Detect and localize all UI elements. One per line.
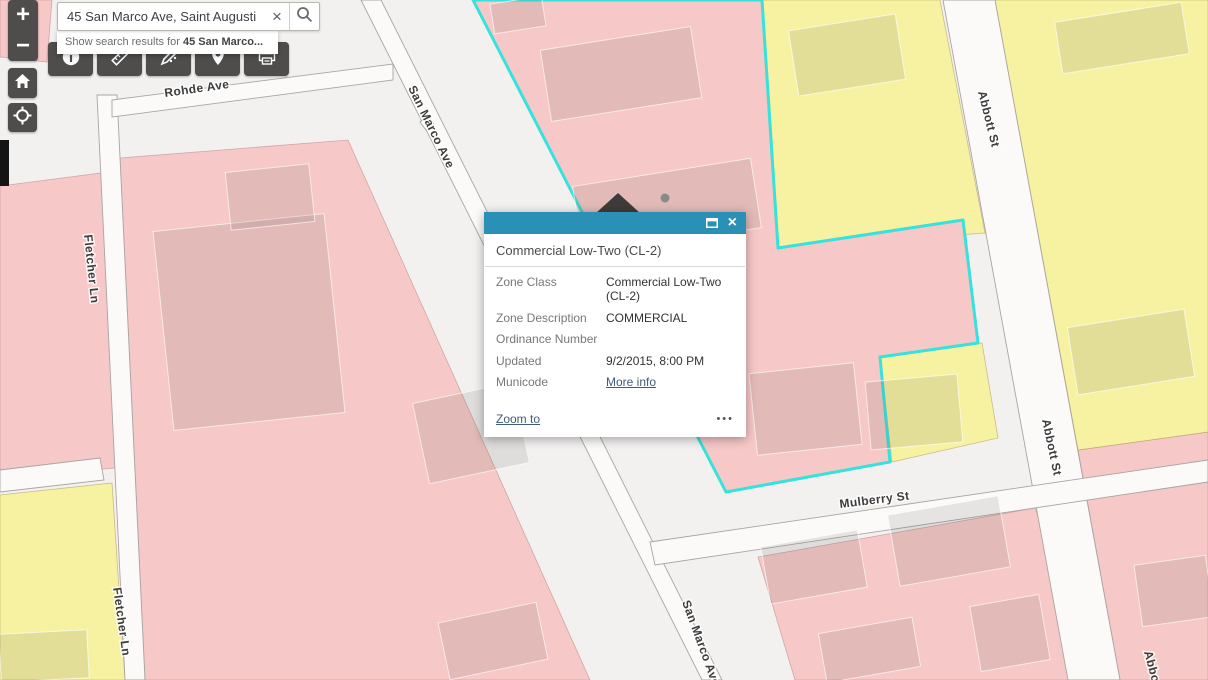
popup-footer: Zoom to •••: [484, 398, 746, 437]
building-footprint: [1134, 555, 1208, 626]
building-footprint: [0, 630, 89, 680]
search-icon: [296, 6, 313, 28]
search-box: ×: [57, 2, 320, 31]
popup-title: Commercial Low-Two (CL-2): [484, 234, 746, 266]
locate-button[interactable]: [8, 103, 37, 132]
popup-header[interactable]: ×: [484, 212, 746, 234]
home-button[interactable]: [8, 68, 37, 98]
popup-field-row: Ordinance Number: [496, 332, 734, 346]
locate-icon: [13, 106, 32, 130]
field-label: Ordinance Number: [496, 332, 606, 346]
building-footprint: [225, 164, 315, 230]
search-input[interactable]: [58, 3, 265, 30]
clear-search-icon[interactable]: ×: [265, 3, 289, 30]
field-label: Municode: [496, 375, 606, 389]
search-suggestion[interactable]: Show search results for 45 San Marco...: [57, 30, 278, 54]
zone-polygon-pink[interactable]: [0, 173, 115, 478]
more-options-button[interactable]: •••: [716, 417, 734, 421]
zoom-control: + −: [8, 0, 38, 61]
zoom-in-button[interactable]: +: [8, 2, 38, 28]
popup-field-row: Zone DescriptionCOMMERCIAL: [496, 311, 734, 325]
zoom-out-button[interactable]: −: [8, 33, 38, 59]
close-icon[interactable]: ×: [728, 215, 737, 231]
field-label: Zone Description: [496, 311, 606, 325]
popup-field-row: Zone ClassCommercial Low-Two (CL-2): [496, 275, 734, 304]
field-value: Commercial Low-Two (CL-2): [606, 275, 734, 304]
dock-icon[interactable]: [706, 218, 718, 228]
search-button[interactable]: [289, 3, 319, 30]
popup-field-row: MunicodeMore info: [496, 375, 734, 389]
home-icon: [14, 73, 31, 94]
popup-fields: Zone ClassCommercial Low-Two (CL-2)Zone …: [484, 267, 746, 398]
popup-field-row: Updated9/2/2015, 8:00 PM: [496, 354, 734, 368]
feature-popup: × Commercial Low-Two (CL-2) Zone ClassCo…: [484, 212, 746, 437]
building-footprint: [749, 363, 862, 456]
field-value: 9/2/2015, 8:00 PM: [606, 354, 704, 368]
field-label: Updated: [496, 354, 606, 368]
field-value-link[interactable]: More info: [606, 375, 656, 389]
suggestion-query: 45 San Marco...: [183, 36, 263, 48]
building-footprint: [865, 374, 963, 450]
suggestion-text: Show search results for: [65, 36, 183, 48]
building-footprint: [970, 594, 1050, 671]
zoom-to-link[interactable]: Zoom to: [496, 412, 540, 426]
collapsed-panel-tab[interactable]: [0, 140, 9, 186]
map-dot: [661, 194, 670, 203]
building-footprint: [153, 214, 345, 431]
field-value: COMMERCIAL: [606, 311, 687, 325]
field-label: Zone Class: [496, 275, 606, 304]
